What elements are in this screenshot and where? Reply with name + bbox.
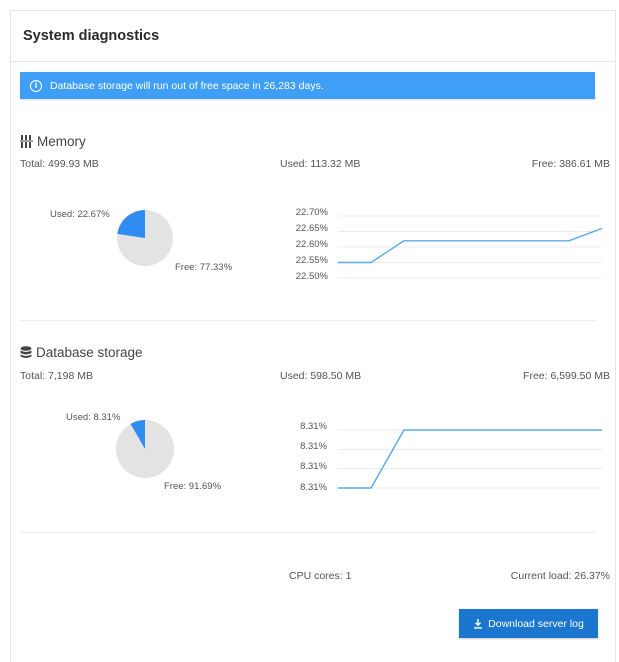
memory-tick-4: 22.50% xyxy=(295,271,328,282)
database-pie-free-label: Free: 91.69% xyxy=(164,481,222,492)
info-icon: i xyxy=(30,79,42,92)
memory-series-line xyxy=(338,227,602,264)
current-load: Current load: 26.37% xyxy=(510,570,610,582)
database-series-line xyxy=(338,429,602,489)
download-icon xyxy=(473,618,483,629)
memory-pie-used-slice xyxy=(117,210,145,238)
memory-tick-0: 22.70% xyxy=(295,207,328,218)
database-tick-3: 8.31% xyxy=(300,482,327,493)
diagnostics-panel: System diagnostics xyxy=(10,10,616,662)
alert-text: Database storage will run out of free sp… xyxy=(50,79,324,92)
memory-total: Total: 499.93 MB xyxy=(20,158,99,170)
memory-line-chart xyxy=(338,215,602,279)
database-pie-used-label: Used: 8.31% xyxy=(66,412,121,423)
database-title: Database storage xyxy=(36,345,143,360)
download-button-label: Download server log xyxy=(488,617,584,630)
database-tick-1: 8.31% xyxy=(300,441,327,452)
memory-pie-chart xyxy=(117,210,173,266)
memory-section-title: Memory xyxy=(20,134,86,149)
memory-tick-1: 22.65% xyxy=(295,223,328,234)
database-free: Free: 6,599.50 MB xyxy=(523,370,610,382)
database-tick-2: 8.31% xyxy=(300,461,327,472)
database-section-title: Database storage xyxy=(20,345,143,360)
page-title: System diagnostics xyxy=(23,28,160,44)
memory-free: Free: 386.61 MB xyxy=(531,158,610,170)
database-icon xyxy=(20,346,32,359)
download-server-log-button[interactable]: Download server log xyxy=(459,609,598,638)
database-pie-chart xyxy=(116,420,174,478)
database-total: Total: 7,198 MB xyxy=(20,370,93,382)
panel-header: System diagnostics xyxy=(11,11,615,62)
memory-used: Used: 113.32 MB xyxy=(280,158,361,170)
database-used: Used: 598.50 MB xyxy=(280,370,362,382)
database-tick-0: 8.31% xyxy=(300,421,327,432)
database-line-chart xyxy=(338,429,602,489)
memory-title: Memory xyxy=(37,134,86,149)
memory-chip-icon xyxy=(20,135,33,148)
section-divider xyxy=(20,532,596,533)
memory-pie-used-label: Used: 22.67% xyxy=(50,209,110,220)
memory-tick-3: 22.55% xyxy=(295,255,328,266)
memory-tick-2: 22.60% xyxy=(295,239,328,250)
section-divider xyxy=(20,320,596,321)
memory-pie-free-label: Free: 77.33% xyxy=(175,262,233,273)
storage-alert: i Database storage will run out of free … xyxy=(20,72,595,99)
cpu-cores: CPU cores: 1 xyxy=(289,570,352,582)
